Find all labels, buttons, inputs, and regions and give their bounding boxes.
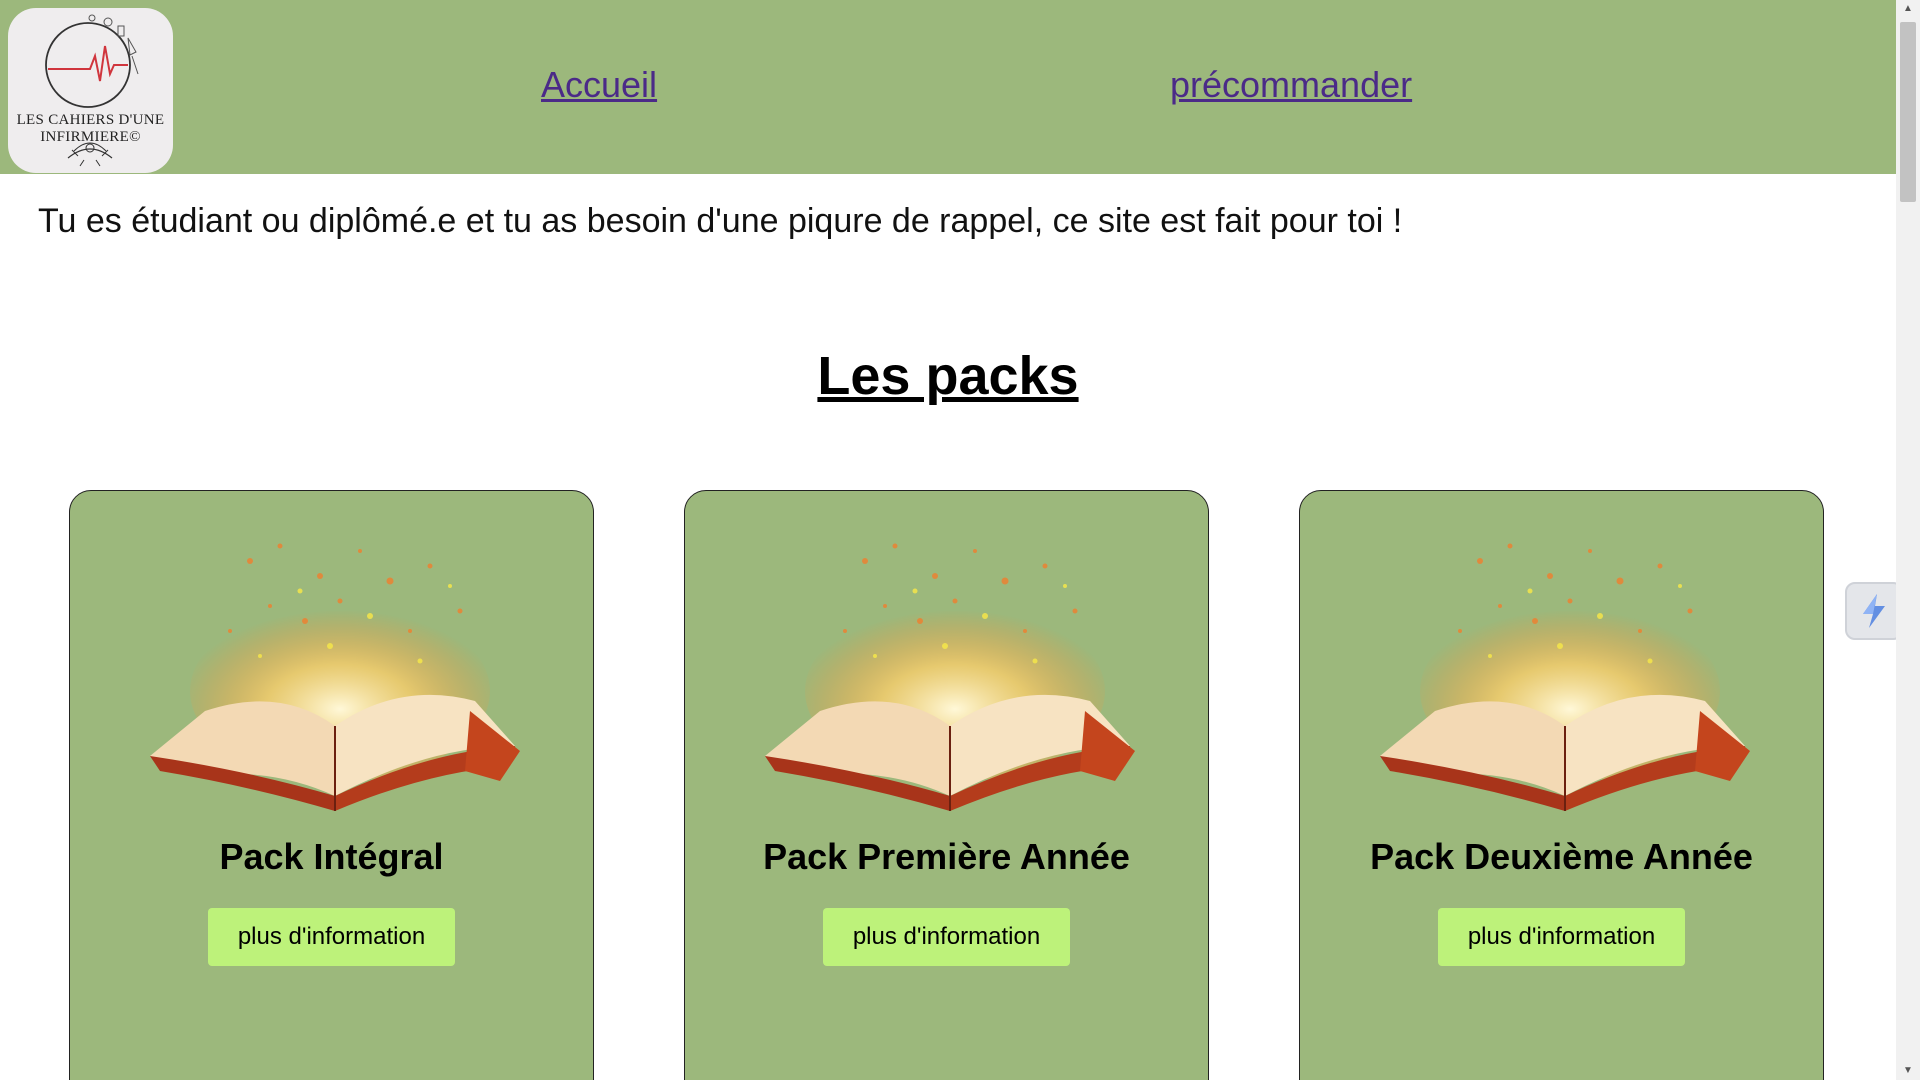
logo-text-line1: LES CAHIERS D'UNE — [16, 112, 165, 128]
more-info-button[interactable]: plus d'information — [823, 908, 1070, 966]
vertical-scrollbar[interactable]: ▲ ▼ — [1896, 0, 1920, 1080]
scrollbar-thumb[interactable] — [1900, 22, 1916, 202]
nav-link-home[interactable]: Accueil — [541, 64, 657, 106]
lightning-icon — [1863, 594, 1885, 628]
magic-open-book-image — [765, 543, 1135, 811]
page: LES CAHIERS D'UNE INFIRMIERE© Accueil pr… — [0, 0, 1896, 1080]
magic-open-book-image — [150, 543, 520, 811]
heartbeat-logo-icon — [45, 14, 139, 167]
scroll-down-arrow-icon[interactable]: ▼ — [1896, 1062, 1920, 1080]
site-logo[interactable]: LES CAHIERS D'UNE INFIRMIERE© — [8, 8, 173, 173]
logo-text-line2: INFIRMIERE© — [40, 129, 141, 145]
intro-text: Tu es étudiant ou diplômé.e et tu as bes… — [38, 202, 1403, 240]
magic-open-book-image — [1380, 543, 1750, 811]
pack-card: Pack Première Année plus d'information — [684, 490, 1209, 1080]
pack-title: Pack Première Année — [763, 836, 1130, 877]
logo-text: LES CAHIERS D'UNE INFIRMIERE© — [8, 112, 173, 146]
pack-card: Pack Intégral plus d'information — [69, 490, 594, 1080]
header-bar: LES CAHIERS D'UNE INFIRMIERE© Accueil pr… — [0, 0, 1896, 174]
section-title: Les packs — [817, 346, 1079, 406]
scroll-up-arrow-icon[interactable]: ▲ — [1896, 0, 1920, 18]
floating-widget-button[interactable] — [1845, 582, 1903, 640]
pack-card: Pack Deuxième Année plus d'information — [1299, 490, 1824, 1080]
pack-title: Pack Intégral — [219, 836, 444, 877]
pack-title: Pack Deuxième Année — [1370, 836, 1753, 877]
nav-link-preorder[interactable]: précommander — [1170, 64, 1412, 106]
more-info-button[interactable]: plus d'information — [1438, 908, 1685, 966]
more-info-button[interactable]: plus d'information — [208, 908, 455, 966]
